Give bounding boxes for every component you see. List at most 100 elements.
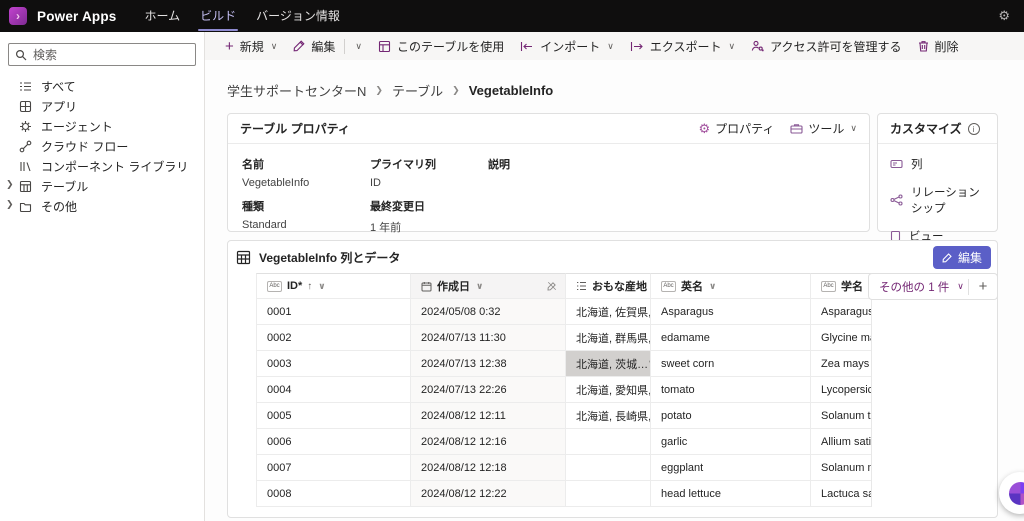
edit-grid-button[interactable]: 編集 bbox=[933, 245, 991, 269]
cell-producing-area[interactable]: 北海道, 愛知県, … bbox=[566, 377, 651, 403]
column-header-producing-area[interactable]: おもな産地 ∨ bbox=[566, 273, 651, 299]
cell-producing-area[interactable] bbox=[566, 429, 651, 455]
chevron-down-icon: ∨ bbox=[728, 40, 736, 51]
sidebar-item-label: クラウド フロー bbox=[41, 139, 129, 154]
settings-icon[interactable]: ⚙ bbox=[998, 8, 1010, 24]
cell-id[interactable]: 0002 bbox=[256, 325, 411, 351]
cell-english-name[interactable]: garlic bbox=[651, 429, 811, 455]
import-button[interactable]: インポート ∨ bbox=[512, 35, 622, 57]
more-columns-dropdown[interactable]: その他の 1 件 ∨ bbox=[869, 279, 968, 295]
cell-producing-area[interactable]: 北海道, 群馬県, … bbox=[566, 325, 651, 351]
sidebar: 検索 すべて アプリ エージェント クラウド フロー コンポーネント ライブラリ… bbox=[0, 32, 205, 521]
cell-id[interactable]: 0004 bbox=[256, 377, 411, 403]
breadcrumb-tables[interactable]: テーブル bbox=[392, 81, 443, 100]
cell-producing-area[interactable] bbox=[566, 481, 651, 507]
new-button[interactable]: + 新規 ∨ bbox=[217, 35, 285, 57]
sidebar-item-label: すべて bbox=[41, 79, 76, 94]
column-header-scientific-name[interactable]: Abc 学名 ∨ bbox=[811, 273, 871, 299]
tools-dropdown[interactable]: ツール ∨ bbox=[790, 120, 857, 137]
breadcrumb-environment[interactable]: 学生サポートセンターN bbox=[227, 81, 366, 100]
app-title: Power Apps bbox=[37, 8, 117, 24]
person-key-icon bbox=[751, 40, 764, 52]
search-icon bbox=[15, 49, 27, 61]
table-row: 0004 2024/07/13 22:26 北海道, 愛知県, … tomato… bbox=[256, 377, 871, 403]
cell-english-name[interactable]: eggplant bbox=[651, 455, 811, 481]
cell-created-on[interactable]: 2024/08/12 12:18 bbox=[411, 455, 566, 481]
cell-created-on[interactable]: 2024/07/13 22:26 bbox=[411, 377, 566, 403]
cell-id[interactable]: 0007 bbox=[256, 455, 411, 481]
cell-scientific-name[interactable]: Asparagus off bbox=[811, 299, 871, 325]
chevron-down-icon: ∨ bbox=[318, 280, 326, 291]
cell-created-on[interactable]: 2024/08/12 12:11 bbox=[411, 403, 566, 429]
properties-button[interactable]: ⚙ プロパティ bbox=[698, 120, 774, 137]
cell-producing-area[interactable] bbox=[566, 455, 651, 481]
sidebar-item-cloud-flows[interactable]: クラウド フロー bbox=[0, 136, 204, 156]
cell-producing-area[interactable]: 北海道, 佐賀県, … bbox=[566, 299, 651, 325]
cell-scientific-name[interactable]: Lycopersicon bbox=[811, 377, 871, 403]
cell-created-on[interactable]: 2024/07/13 11:30 bbox=[411, 325, 566, 351]
sidebar-item-apps[interactable]: アプリ bbox=[0, 96, 204, 116]
tab-version-info[interactable]: バージョン情報 bbox=[246, 0, 350, 32]
copilot-icon bbox=[1008, 481, 1024, 505]
delete-button[interactable]: 削除 bbox=[910, 35, 967, 57]
info-icon[interactable]: i bbox=[967, 122, 980, 135]
columns-and-data-card: VegetableInfo 列とデータ 編集 Abc ID* ↑ ∨ 作成日 ∨… bbox=[227, 240, 998, 518]
cell-created-on[interactable]: 2024/08/12 12:16 bbox=[411, 429, 566, 455]
cell-id[interactable]: 0001 bbox=[256, 299, 411, 325]
data-grid: Abc ID* ↑ ∨ 作成日 ∨ おもな産地 Abc 英名 ∨ Abc 学名 … bbox=[256, 273, 872, 507]
sidebar-item-all[interactable]: すべて bbox=[0, 76, 204, 96]
list-icon bbox=[19, 80, 32, 93]
toolbox-icon bbox=[790, 123, 803, 134]
cell-id[interactable]: 0003 bbox=[256, 351, 411, 377]
customize-item-relationships[interactable]: リレーションシップ bbox=[890, 184, 985, 216]
cell-id[interactable]: 0006 bbox=[256, 429, 411, 455]
cell-id[interactable]: 0005 bbox=[256, 403, 411, 429]
column-header-english-name[interactable]: Abc 英名 ∨ bbox=[651, 273, 811, 299]
cell-producing-area-selected[interactable]: 北海道, 茨城… ∨ bbox=[566, 351, 651, 377]
cell-scientific-name[interactable]: Glycine max bbox=[811, 325, 871, 351]
sidebar-item-component-libraries[interactable]: コンポーネント ライブラリ bbox=[0, 156, 204, 176]
cell-scientific-name[interactable]: Solanum tube bbox=[811, 403, 871, 429]
export-button[interactable]: エクスポート ∨ bbox=[622, 35, 743, 57]
cell-scientific-name[interactable]: Zea mays bbox=[811, 351, 871, 377]
cell-scientific-name[interactable]: Solanum melo bbox=[811, 455, 871, 481]
chevron-right-icon: ❯ bbox=[452, 85, 460, 95]
table-icon bbox=[19, 180, 32, 193]
cell-created-on[interactable]: 2024/08/12 12:22 bbox=[411, 481, 566, 507]
power-apps-logo-icon[interactable]: › bbox=[9, 7, 27, 25]
edit-command-button[interactable]: 編集 bbox=[285, 35, 343, 57]
cell-producing-area[interactable]: 北海道, 長崎県, … bbox=[566, 403, 651, 429]
app-top-bar: › Power Apps ホーム ビルド バージョン情報 ⚙ bbox=[0, 0, 1024, 32]
cell-english-name[interactable]: tomato bbox=[651, 377, 811, 403]
tab-build[interactable]: ビルド bbox=[190, 0, 246, 32]
cell-created-on[interactable]: 2024/07/13 12:38 bbox=[411, 351, 566, 377]
search-input[interactable]: 検索 bbox=[8, 43, 196, 66]
cell-scientific-name[interactable]: Allium sativum bbox=[811, 429, 871, 455]
column-icon bbox=[890, 159, 903, 169]
cell-english-name[interactable]: potato bbox=[651, 403, 811, 429]
tab-home[interactable]: ホーム bbox=[135, 0, 191, 32]
flow-icon bbox=[19, 140, 32, 153]
cell-scientific-name[interactable]: Lactuca sativa bbox=[811, 481, 871, 507]
customize-item-columns[interactable]: 列 bbox=[890, 156, 985, 172]
cell-id[interactable]: 0008 bbox=[256, 481, 411, 507]
manage-permissions-button[interactable]: アクセス許可を管理する bbox=[743, 35, 909, 57]
cell-english-name[interactable]: head lettuce bbox=[651, 481, 811, 507]
cell-english-name[interactable]: Asparagus bbox=[651, 299, 811, 325]
column-header-id[interactable]: Abc ID* ↑ ∨ bbox=[256, 273, 411, 299]
sidebar-item-label: アプリ bbox=[41, 99, 78, 114]
agent-icon bbox=[19, 120, 32, 133]
cell-english-name[interactable]: sweet corn bbox=[651, 351, 811, 377]
sidebar-item-tables[interactable]: ❯ テーブル bbox=[0, 176, 204, 196]
column-header-created-on[interactable]: 作成日 ∨ bbox=[411, 273, 566, 299]
edit-split-chevron[interactable]: ∨ bbox=[346, 35, 370, 57]
add-column-button[interactable]: + bbox=[969, 274, 997, 299]
cell-english-name[interactable]: edamame bbox=[651, 325, 811, 351]
command-bar: + 新規 ∨ 編集 ∨ このテーブルを使用 インポート ∨ エクスポート ∨ ア… bbox=[205, 32, 1024, 60]
use-table-button[interactable]: このテーブルを使用 bbox=[370, 35, 512, 57]
sidebar-item-more[interactable]: ❯ その他 bbox=[0, 196, 204, 216]
sidebar-item-agents[interactable]: エージェント bbox=[0, 116, 204, 136]
customize-card: カスタマイズ i 列 リレーションシップ ビュー bbox=[877, 113, 998, 243]
text-type-icon: Abc bbox=[821, 280, 836, 292]
cell-created-on[interactable]: 2024/05/08 0:32 bbox=[411, 299, 566, 325]
